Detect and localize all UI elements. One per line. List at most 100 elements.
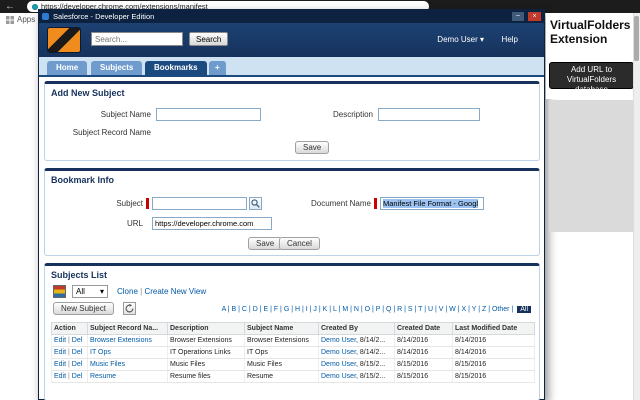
subject-record-name-label: Subject Record Name (51, 128, 151, 137)
col-last-modified[interactable]: Last Modified Date (453, 323, 535, 335)
new-subject-button[interactable]: New Subject (53, 302, 114, 315)
screen: ← https://developer.chrome.com/extension… (0, 0, 640, 400)
required-indicator (146, 198, 149, 209)
salesforce-logo (47, 27, 81, 53)
save-button[interactable]: Save (248, 237, 282, 250)
lookup-magnifier-icon[interactable] (249, 197, 262, 210)
table-row[interactable]: Edit | Del Browser Extensions Browser Ex… (52, 335, 535, 347)
del-link[interactable]: Del (72, 337, 83, 344)
record-name-link[interactable]: IT Ops (90, 349, 111, 356)
edit-link[interactable]: Edit (54, 361, 66, 368)
created-by-link[interactable]: Demo User (321, 337, 356, 344)
scrollbar[interactable] (633, 13, 640, 400)
create-new-view-link[interactable]: Create New View (144, 287, 206, 296)
table-row[interactable]: Edit | Del Music Files Music Files Music… (52, 359, 535, 371)
cell-created-date: 8/14/2016 (395, 347, 453, 359)
cell-last-modified: 8/14/2016 (453, 335, 535, 347)
record-name-link[interactable]: Browser Extensions (90, 337, 152, 344)
document-name-input[interactable]: Manifest File Format - Googl (380, 197, 484, 210)
subject-name-label: Subject Name (55, 110, 151, 119)
subject-lookup-input[interactable] (152, 197, 247, 210)
tab-home[interactable]: Home (47, 61, 87, 75)
bookmarks-bar-apps[interactable]: Apps (6, 15, 35, 24)
col-record-name[interactable]: Subject Record Na... (88, 323, 168, 335)
window-titlebar[interactable]: Salesforce - Developer Edition – × (39, 10, 544, 23)
cell-action: Edit | Del (52, 347, 88, 359)
table-row[interactable]: Edit | Del IT Ops IT Operations Links IT… (52, 347, 535, 359)
window-icon (42, 13, 49, 20)
col-description[interactable]: Description (168, 323, 245, 335)
subjects-list-title: Subjects List (45, 266, 539, 282)
subject-name-input[interactable] (156, 108, 261, 121)
clone-link[interactable]: Clone (117, 287, 138, 296)
col-subject-name[interactable]: Subject Name (245, 323, 319, 335)
cell-subject-name: IT Ops (245, 347, 319, 359)
back-icon[interactable]: ← (5, 0, 15, 13)
url-input[interactable]: https://developer.chrome.com (152, 217, 272, 230)
cell-description: Browser Extensions (168, 335, 245, 347)
action-divider: | (68, 373, 70, 380)
description-input[interactable] (378, 108, 480, 121)
salesforce-popup-window: Salesforce - Developer Edition – × Searc… (38, 9, 545, 400)
tab-bar: Home Subjects Bookmarks + (39, 57, 544, 77)
table-row[interactable]: Edit | Del Resume Resume files Resume De… (52, 371, 535, 383)
chevron-down-icon: ▾ (480, 35, 484, 44)
document-name-label: Document Name (283, 199, 371, 208)
action-divider: | (68, 349, 70, 356)
add-url-button[interactable]: Add URL to VirtualFolders database (549, 62, 634, 89)
created-by-date: , 8/15/2... (356, 361, 385, 368)
cell-created-by: Demo User, 8/15/2... (319, 359, 395, 371)
cancel-button[interactable]: Cancel (279, 237, 320, 250)
del-link[interactable]: Del (72, 373, 83, 380)
cell-description: Resume files (168, 371, 245, 383)
edit-link[interactable]: Edit (54, 337, 66, 344)
created-by-link[interactable]: Demo User (321, 361, 356, 368)
subject-label: Subject (55, 199, 143, 208)
selected-text: Manifest File Format - Googl (383, 199, 478, 208)
user-label: Demo User (437, 35, 477, 44)
add-new-subject-section: Add New Subject Subject Name Description… (44, 81, 540, 161)
alphabet-filter: A | B | C | D | E | F | G | H | I | J | … (222, 306, 531, 313)
created-by-date: , 8/14/2... (356, 349, 385, 356)
record-name-link[interactable]: Music Files (90, 361, 125, 368)
edit-link[interactable]: Edit (54, 373, 66, 380)
alphabet-all[interactable]: All (517, 306, 531, 313)
cell-record-name: Music Files (88, 359, 168, 371)
view-select[interactable]: All ▾ (72, 285, 108, 298)
action-divider: | (68, 361, 70, 368)
created-by-link[interactable]: Demo User (321, 349, 356, 356)
col-created-by[interactable]: Created By (319, 323, 395, 335)
cell-created-date: 8/15/2016 (395, 371, 453, 383)
apps-grid-icon (6, 16, 14, 24)
search-input[interactable] (91, 32, 183, 46)
minimize-button[interactable]: – (512, 12, 524, 21)
tab-add[interactable]: + (209, 61, 226, 75)
alphabet-links[interactable]: A | B | C | D | E | F | G | H | I | J | … (222, 306, 514, 313)
cell-subject-name: Resume (245, 371, 319, 383)
created-by-link[interactable]: Demo User (321, 373, 356, 380)
refresh-icon[interactable] (123, 302, 136, 315)
bookmark-info-section: Bookmark Info Subject Document Name Mani… (44, 168, 540, 256)
del-link[interactable]: Del (72, 349, 83, 356)
save-button[interactable]: Save (295, 141, 329, 154)
close-button[interactable]: × (528, 12, 541, 21)
user-menu[interactable]: Demo User ▾ (437, 35, 484, 44)
edit-link[interactable]: Edit (54, 349, 66, 356)
tab-bookmarks[interactable]: Bookmarks (145, 61, 207, 75)
help-link[interactable]: Help (502, 35, 518, 44)
col-action[interactable]: Action (52, 323, 88, 335)
action-divider: | (68, 337, 70, 344)
salesforce-header: Search Demo User ▾ Help (39, 23, 544, 57)
apps-label: Apps (17, 15, 35, 24)
del-link[interactable]: Del (72, 361, 83, 368)
col-created-date[interactable]: Created Date (395, 323, 453, 335)
list-view-icon (53, 285, 66, 298)
view-toolbar-links: Clone | Create New View (117, 287, 206, 296)
cell-action: Edit | Del (52, 371, 88, 383)
record-name-link[interactable]: Resume (90, 373, 116, 380)
cell-record-name: Resume (88, 371, 168, 383)
search-button[interactable]: Search (189, 32, 228, 46)
tab-subjects[interactable]: Subjects (91, 61, 142, 75)
scrollbar-thumb[interactable] (634, 16, 639, 61)
cell-created-date: 8/15/2016 (395, 359, 453, 371)
